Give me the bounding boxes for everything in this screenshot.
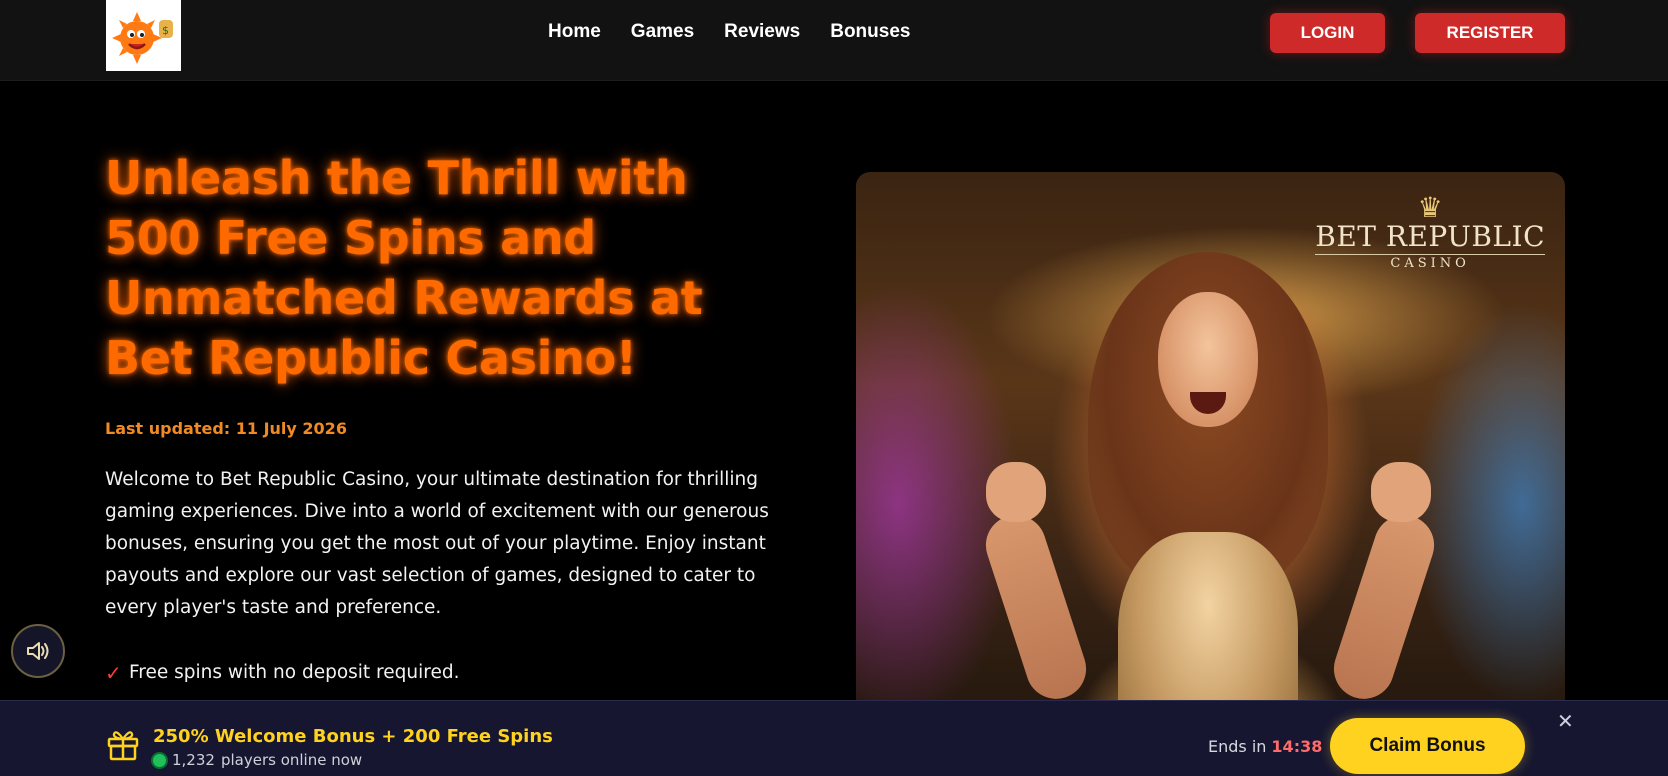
brand-name: BET REPUBLIC — [1315, 220, 1545, 253]
last-updated: Last updated: 11 July 2026 — [105, 419, 347, 438]
online-count: 1,232 — [172, 751, 215, 769]
online-text: players online now — [220, 751, 363, 769]
hero-title: Unleash the Thrill with 500 Free Spins a… — [105, 151, 703, 385]
register-button[interactable]: REGISTER — [1415, 13, 1565, 53]
hero-image: ♛ BET REPUBLIC CASINO — [856, 172, 1565, 776]
site-header: $ Home Games Reviews Bonuses LOGIN REGIS… — [0, 0, 1668, 81]
crown-icon: ♛ — [1417, 191, 1443, 224]
online-status: 1,232 players online now — [153, 751, 362, 769]
countdown: Ends in 14:38 — [1208, 737, 1322, 756]
speaker-icon — [27, 642, 49, 660]
brand-watermark: ♛ BET REPUBLIC CASINO — [1315, 194, 1545, 271]
list-item: ✓ Free spins with no deposit required. — [105, 655, 459, 691]
ends-label: Ends in — [1208, 737, 1267, 756]
svg-text:$: $ — [162, 24, 169, 37]
feature-list: ✓ Free spins with no deposit required. — [105, 655, 459, 691]
countdown-timer: 14:38 — [1271, 737, 1323, 756]
gift-icon — [107, 731, 139, 761]
brand-sub: CASINO — [1315, 254, 1545, 271]
check-icon: ✓ — [105, 661, 122, 685]
sound-toggle-button[interactable] — [11, 624, 65, 678]
close-icon[interactable]: ✕ — [1557, 709, 1574, 733]
nav-reviews[interactable]: Reviews — [724, 21, 800, 43]
nav-bonuses[interactable]: Bonuses — [830, 21, 910, 43]
online-dot-icon — [153, 753, 166, 767]
nav-games[interactable]: Games — [631, 21, 694, 43]
claim-bonus-button[interactable]: Claim Bonus — [1330, 718, 1525, 774]
intro-paragraph: Welcome to Bet Republic Casino, your ult… — [105, 469, 769, 618]
login-button[interactable]: LOGIN — [1270, 13, 1385, 53]
bonus-bar: 250% Welcome Bonus + 200 Free Spins 1,23… — [0, 700, 1668, 776]
logo-icon[interactable]: $ — [106, 0, 181, 71]
nav-home[interactable]: Home — [548, 21, 601, 43]
bonus-title: 250% Welcome Bonus + 200 Free Spins — [153, 726, 553, 747]
feature-text: Free spins with no deposit required. — [129, 662, 460, 683]
main-nav: Home Games Reviews Bonuses — [548, 21, 910, 43]
